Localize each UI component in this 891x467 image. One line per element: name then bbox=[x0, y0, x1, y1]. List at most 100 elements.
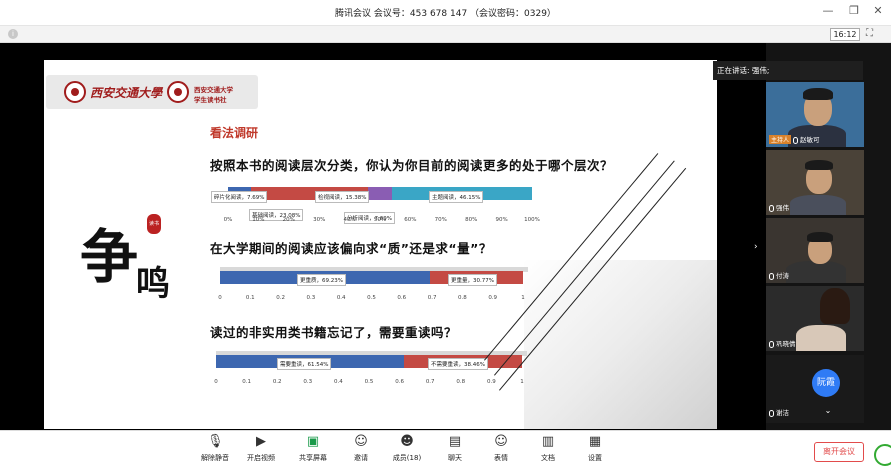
q1-label-theme: 主题阅读，46.15% bbox=[429, 191, 484, 203]
q3-tick: 0.5 bbox=[364, 379, 374, 385]
q1-tick: 90% bbox=[495, 217, 508, 223]
calligraphy-char-2: 鸣 bbox=[136, 264, 170, 304]
mic-icon bbox=[769, 409, 774, 417]
share-screen-icon: ▣ bbox=[306, 434, 320, 449]
q3-tick: 0.9 bbox=[487, 379, 496, 385]
participant-label: 强伟 bbox=[776, 204, 789, 212]
chat-label: 聊天 bbox=[448, 454, 462, 462]
q2-tick: 0.6 bbox=[397, 295, 407, 301]
q2-tick: 0.2 bbox=[276, 295, 285, 301]
chat-button[interactable]: ▤ 聊天 bbox=[434, 435, 476, 463]
title-bar: 腾讯会议 会议号：453 678 147 （会议密码：0329） — ❐ ✕ bbox=[0, 0, 891, 26]
q1-tick: 0% bbox=[223, 217, 233, 223]
participant-tile-3[interactable]: 付涛 bbox=[766, 218, 864, 283]
bottom-toolbar: 🎙 解除静音 ▶ 开启视频 ▣ 共享屏幕 ☺ 邀请 ☻ 成员(18) ▤ 聊天 … bbox=[0, 430, 891, 467]
members-label: 成员(18) bbox=[392, 454, 422, 462]
assistant-icon[interactable] bbox=[874, 444, 891, 466]
q3-tick: 0 bbox=[214, 379, 218, 385]
q2-label-quality: 更重质，69.23% bbox=[297, 274, 346, 286]
start-video-button[interactable]: ▶ 开启视频 bbox=[240, 435, 282, 463]
participant-tile-2[interactable]: 强伟 bbox=[766, 150, 864, 215]
q2-tick: 0.4 bbox=[336, 295, 346, 301]
q3-tick: 0.8 bbox=[456, 379, 466, 385]
participant-hair bbox=[805, 160, 833, 170]
participant-name-2: 强伟 bbox=[769, 202, 789, 212]
q1-tick: 60% bbox=[404, 217, 417, 223]
participant-hair bbox=[820, 288, 850, 324]
mic-icon bbox=[769, 204, 774, 212]
mic-icon bbox=[769, 272, 774, 280]
q2-tick: 0.9 bbox=[488, 295, 498, 301]
mic-off-icon: 🎙 bbox=[207, 434, 224, 449]
participant-tile-4[interactable]: 巩晓倩 bbox=[766, 286, 864, 351]
society-seal-icon bbox=[167, 81, 189, 103]
avatar[interactable]: 阮霞 bbox=[812, 369, 840, 397]
question-1: 按照本书的阅读层次分类，你认为你目前的阅读更多的处于哪个层次？ bbox=[210, 158, 614, 173]
settings-icon: ▦ bbox=[588, 434, 602, 449]
chevron-right-icon[interactable]: › bbox=[754, 242, 758, 252]
reading-club-stamp: 读书会 bbox=[147, 214, 161, 247]
unmute-button[interactable]: 🎙 解除静音 bbox=[194, 435, 236, 463]
chevron-down-icon[interactable]: ⌄ bbox=[795, 401, 861, 421]
q3-tick: 0.2 bbox=[272, 379, 282, 385]
info-icon[interactable]: i bbox=[8, 29, 18, 39]
host-badge: 主持人 bbox=[769, 135, 792, 144]
mic-icon bbox=[793, 136, 799, 144]
participant-name-1: 主持人 赵敏可 bbox=[769, 134, 820, 144]
q3-tick: 0.1 bbox=[242, 379, 251, 385]
leave-meeting-button[interactable]: 离开会议 bbox=[814, 442, 864, 462]
participant-name-4: 巩晓倩 bbox=[769, 338, 796, 348]
share-screen-button[interactable]: ▣ 共享屏幕 bbox=[292, 435, 334, 463]
q3-label-reread: 需要重读，61.54% bbox=[277, 358, 332, 370]
fullscreen-icon[interactable]: ⛶ bbox=[866, 28, 873, 39]
q1-tick: 10% bbox=[252, 217, 265, 223]
emoji-button[interactable]: ☺ 表情 bbox=[480, 435, 522, 463]
q3-tick: 1 bbox=[520, 379, 524, 385]
participant-label: 谢洁 bbox=[776, 409, 789, 417]
close-icon[interactable]: ✕ bbox=[870, 4, 886, 17]
chat-icon: ▤ bbox=[448, 434, 462, 449]
minimize-icon[interactable]: — bbox=[820, 4, 836, 17]
q3-tick: 0.6 bbox=[395, 379, 404, 385]
participant-name-3: 付涛 bbox=[769, 270, 789, 280]
speaking-indicator: 正在讲话: 强伟; bbox=[713, 61, 863, 80]
meeting-window: 腾讯会议 会议号：453 678 147 （会议密码：0329） — ❐ ✕ i… bbox=[0, 0, 891, 467]
section-title: 看法调研 bbox=[210, 126, 259, 140]
invite-button[interactable]: ☺ 邀请 bbox=[340, 435, 382, 463]
shared-slide: 西安交通大學 西安交通大学 学生读书社 争 鸣 读书会 看法调研 按照本书的阅读… bbox=[44, 60, 717, 429]
q1-tick: 20% bbox=[282, 217, 295, 223]
participant-body bbox=[786, 261, 846, 283]
members-button[interactable]: ☻ 成员(18) bbox=[386, 435, 428, 463]
participant-name-5: 谢洁 bbox=[769, 407, 789, 417]
mic-icon bbox=[769, 340, 774, 348]
document-button[interactable]: ▥ 文档 bbox=[527, 435, 569, 463]
settings-label: 设置 bbox=[588, 454, 602, 462]
document-label: 文档 bbox=[541, 454, 555, 462]
unmute-label: 解除静音 bbox=[201, 454, 229, 462]
emoji-label: 表情 bbox=[494, 454, 508, 462]
q1-tick: 70% bbox=[434, 217, 447, 223]
participant-tile-1[interactable]: 主持人 赵敏可 bbox=[766, 82, 864, 147]
meeting-clock: 16:12 bbox=[830, 28, 860, 41]
logo-sub-text-1: 西安交通大学 bbox=[194, 86, 233, 94]
restore-icon[interactable]: ❐ bbox=[846, 4, 862, 17]
emoji-icon: ☺ bbox=[494, 434, 508, 449]
q1-tick: 30% bbox=[313, 217, 326, 223]
q3-tick: 0.7 bbox=[425, 379, 435, 385]
q1-tick: 40% bbox=[343, 217, 356, 223]
invite-icon: ☺ bbox=[354, 434, 368, 449]
calligraphy-char-1: 争 bbox=[80, 223, 139, 291]
logo-sub-text-2: 学生读书社 bbox=[194, 96, 227, 104]
q2-tick: 0.1 bbox=[245, 295, 255, 301]
q2-tick: 0.7 bbox=[427, 295, 437, 301]
q3-tick: 0.3 bbox=[303, 379, 313, 385]
start-video-label: 开启视频 bbox=[247, 454, 275, 462]
q1-label-inspect: 检视阅读，15.38% bbox=[315, 191, 370, 203]
q2-label-quantity: 更重量，30.77% bbox=[448, 274, 497, 286]
question-3: 读过的非实用类书籍忘记了，需要重读吗？ bbox=[210, 325, 458, 340]
campus-background bbox=[524, 260, 717, 429]
settings-button[interactable]: ▦ 设置 bbox=[574, 435, 616, 463]
q2-tick: 0.3 bbox=[306, 295, 316, 301]
participant-body bbox=[796, 325, 846, 351]
participant-body bbox=[790, 195, 846, 215]
